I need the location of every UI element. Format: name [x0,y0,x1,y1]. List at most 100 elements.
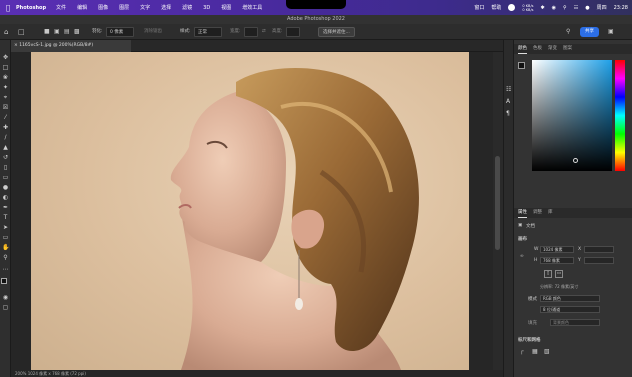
marquee-tool-icon[interactable]: □ [2,64,9,71]
home-icon[interactable]: ⌂ [4,27,8,37]
portrait-orientation-icon[interactable]: ▯ [544,270,552,278]
new-selection-icon[interactable]: ■ [44,27,50,37]
tab-patterns[interactable]: 图案 [563,44,572,54]
add-selection-icon[interactable]: ▣ [54,27,60,37]
canvas-section-header[interactable]: 画布 [518,236,527,242]
zoom-tool-icon[interactable]: ⚲ [2,254,9,261]
swap-icon[interactable]: ⇄ [262,27,266,37]
tab-swatches[interactable]: 色板 [533,44,542,54]
ruler-grid-header[interactable]: 标尺和网格 [518,337,541,343]
grid-icon[interactable]: ▦ [532,348,538,355]
healing-brush-tool-icon[interactable]: ✚ [2,124,9,131]
menu-image[interactable]: 图像 [98,4,108,11]
bluetooth-icon[interactable]: ✱ [540,5,544,11]
mode-select[interactable]: RGB 颜色 [540,295,600,302]
menu-filter[interactable]: 滤镜 [182,4,192,11]
control-center-icon[interactable]: ☷ [574,5,578,11]
crop-tool-icon[interactable]: ⌖ [2,94,9,101]
marquee-tool-preset-icon[interactable]: □ [18,27,25,37]
x-input[interactable] [584,246,614,253]
menu-plugins[interactable]: 增效工具 [242,4,262,11]
tab-properties[interactable]: 属性 [518,208,527,218]
tab-adjustments[interactable]: 调整 [533,208,542,218]
hand-tool-icon[interactable]: ✋ [2,244,9,251]
type-tool-icon[interactable]: T [2,214,9,221]
right-panels: 颜色 色板 渐变 图案 属性 调整 库 ▣ 文档 画布 W 1024 像素 X … [513,40,632,377]
clock-day[interactable]: 周四 [597,4,607,11]
menu-type[interactable]: 文字 [140,4,150,11]
tab-gradients[interactable]: 渐变 [548,44,557,54]
more-tools-icon[interactable]: ⋯ [2,266,9,273]
intersect-selection-icon[interactable]: ▩ [74,27,80,37]
depth-select[interactable]: 8 位/通道 [540,306,600,313]
move-tool-icon[interactable]: ✥ [2,54,9,61]
color-picker-ring[interactable] [573,158,578,163]
quick-mask-icon[interactable]: ◉ [2,294,9,301]
workspace-icon[interactable]: ▣ [608,27,614,37]
landscape-orientation-icon[interactable]: ▭ [555,270,563,278]
menu-view[interactable]: 视图 [221,4,231,11]
foreground-color-swatch[interactable] [1,278,7,284]
eyedropper-tool-icon[interactable]: ⁄ [2,114,9,121]
menu-app-name[interactable]: Photoshop [16,5,46,11]
siri-icon[interactable]: ● [585,5,589,11]
menu-select[interactable]: 选择 [161,4,171,11]
style-label: 样式: [180,29,191,34]
feather-input[interactable]: 0 像素 [106,27,134,37]
dodge-tool-icon[interactable]: ◐ [2,194,9,201]
wifi-icon[interactable]: ◉ [552,5,556,11]
select-and-mask-button[interactable]: 选择并遮住... [318,27,355,37]
menu-layer[interactable]: 图层 [119,4,129,11]
h-input[interactable]: 768 像素 [540,257,574,264]
height-input[interactable] [286,27,300,37]
screen-mode-icon[interactable]: ▢ [2,304,9,311]
eraser-tool-icon[interactable]: ▯ [2,164,9,171]
character-panel-icon[interactable]: A [506,98,510,105]
tab-libraries[interactable]: 库 [548,208,553,218]
canvas-area[interactable] [11,52,493,370]
document-photo[interactable] [31,52,469,370]
ruler-icon[interactable]: ┌ [520,348,524,355]
search-icon[interactable]: ⚲ [563,5,567,11]
stamp-tool-icon[interactable]: ▲ [2,144,9,151]
paragraph-panel-icon[interactable]: ¶ [506,110,510,117]
apple-icon[interactable]:  [0,4,16,12]
color-fg-swatch[interactable] [518,62,525,69]
document-tab[interactable]: × 1165vcS-1.jpg @ 200%(RGB/8#) [11,40,131,52]
magic-wand-tool-icon[interactable]: ✦ [2,84,9,91]
doc-type-label: 文档 [526,224,535,229]
menu-help[interactable]: 帮助 [491,4,501,11]
path-selection-tool-icon[interactable]: ➤ [2,224,9,231]
subtract-selection-icon[interactable]: ▤ [64,27,70,37]
y-input[interactable] [584,257,614,264]
link-dimensions-icon[interactable]: ∞ [520,254,524,259]
clock-time[interactable]: 23:28 [614,5,628,11]
gradient-tool-icon[interactable]: ▭ [2,174,9,181]
menu-3d[interactable]: 3D [203,5,210,11]
y-label: Y [578,258,581,263]
hue-slider[interactable] [615,60,625,171]
brush-tool-icon[interactable]: ∕ [2,134,9,141]
menu-edit[interactable]: 编辑 [77,4,87,11]
history-panel-icon[interactable]: ☷ [506,86,511,93]
rectangle-tool-icon[interactable]: ▭ [2,234,9,241]
tab-color[interactable]: 颜色 [518,44,527,54]
menu-file[interactable]: 文件 [56,4,66,11]
w-input[interactable]: 1024 像素 [540,246,574,253]
history-brush-tool-icon[interactable]: ↺ [2,154,9,161]
vertical-scrollbar-thumb[interactable] [495,156,500,250]
fill-select[interactable]: 背景颜色 [550,319,600,326]
search-tool-icon[interactable]: ⚲ [566,27,570,37]
status-drop-icon[interactable] [508,4,516,11]
share-button[interactable]: 共享 [580,27,599,37]
color-field[interactable] [532,60,612,171]
width-input[interactable] [244,27,258,37]
style-select[interactable]: 正常 [194,27,222,37]
antialias-checkbox[interactable]: 消除锯齿 [144,27,162,37]
blur-tool-icon[interactable]: ● [2,184,9,191]
frame-tool-icon[interactable]: ☒ [2,104,9,111]
guides-icon[interactable]: ▧ [544,348,550,355]
pen-tool-icon[interactable]: ✒ [2,204,9,211]
menu-window[interactable]: 窗口 [474,4,484,11]
lasso-tool-icon[interactable]: ❀ [2,74,9,81]
